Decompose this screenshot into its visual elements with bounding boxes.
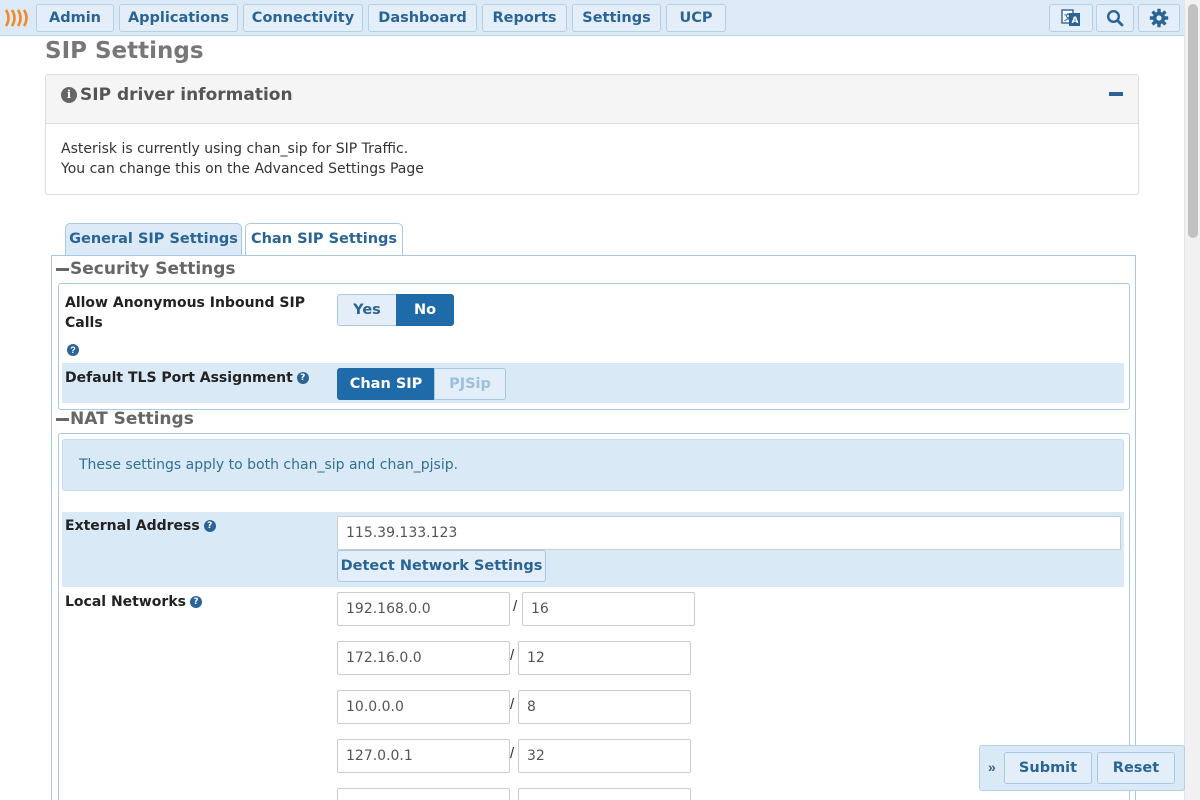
help-icon[interactable]: ? — [67, 344, 79, 356]
tab-chan-sip-settings[interactable]: Chan SIP Settings — [245, 223, 403, 256]
translate-icon: 文 A — [1061, 9, 1080, 26]
collapse-dash-icon — [56, 417, 69, 421]
page-scrollbar[interactable] — [1184, 0, 1200, 800]
settings-gear-button[interactable] — [1138, 4, 1180, 32]
slash-separator: / — [510, 696, 515, 713]
nat-info-note: These settings apply to both chan_sip an… — [62, 439, 1124, 491]
collapse-dash-icon — [56, 267, 69, 271]
nav-dashboard[interactable]: Dashboard — [368, 4, 477, 32]
driver-info-line-2: You can change this on the Advanced Sett… — [61, 161, 424, 177]
help-icon[interactable]: ? — [189, 596, 202, 608]
tls-port-label: Default TLS Port Assignment? — [65, 368, 309, 388]
slash-separator: / — [513, 598, 518, 615]
nav-reports[interactable]: Reports — [482, 4, 567, 32]
local-network-mask-input[interactable] — [518, 788, 691, 800]
driver-info-line-1: Asterisk is currently using chan_sip for… — [61, 141, 409, 157]
panel-title: SIP driver information — [80, 85, 293, 105]
slash-separator: / — [510, 745, 515, 762]
floating-action-bar: » Submit Reset — [979, 745, 1185, 791]
nav-connectivity[interactable]: Connectivity — [243, 4, 363, 32]
local-network-mask-input[interactable]: 32 — [518, 739, 691, 773]
svg-text:A: A — [1072, 16, 1079, 26]
local-network-mask-input[interactable]: 16 — [522, 592, 695, 626]
anonymous-yes-toggle[interactable]: Yes — [337, 294, 397, 326]
nat-settings-title: NAT Settings — [70, 409, 194, 429]
nav-applications[interactable]: Applications — [119, 4, 238, 32]
external-address-input[interactable]: 115.39.133.123 — [337, 516, 1121, 550]
freepbx-logo-icon[interactable] — [3, 8, 33, 28]
tls-pjsip-toggle[interactable]: PJSip — [434, 368, 506, 400]
local-network-mask-input[interactable]: 8 — [518, 690, 691, 724]
gear-icon — [1149, 8, 1169, 28]
local-network-ip-input[interactable] — [337, 788, 510, 800]
local-network-ip-input[interactable]: 192.168.0.0 — [337, 592, 510, 626]
local-network-ip-input[interactable]: 10.0.0.0 — [337, 690, 510, 724]
sip-driver-info-panel: i SIP driver information Asterisk is cur… — [45, 74, 1139, 195]
language-button[interactable]: 文 A — [1049, 4, 1093, 32]
anonymous-inbound-label: Allow Anonymous Inbound SIP Calls — [65, 293, 315, 333]
local-network-ip-input[interactable]: 172.16.0.0 — [337, 641, 510, 675]
submit-button[interactable]: Submit — [1004, 752, 1092, 784]
external-address-label-text: External Address — [65, 518, 200, 534]
detect-network-settings-button[interactable]: Detect Network Settings — [337, 550, 546, 582]
security-settings-header[interactable]: Security Settings — [56, 259, 236, 279]
collapse-icon[interactable] — [1109, 92, 1123, 96]
local-networks-label-text: Local Networks — [65, 594, 186, 610]
double-chevron-right-icon[interactable]: » — [988, 759, 996, 775]
tls-chansip-toggle[interactable]: Chan SIP — [337, 368, 435, 400]
nav-settings[interactable]: Settings — [572, 4, 661, 32]
anonymous-inbound-label-line-2: Calls — [65, 315, 103, 331]
security-settings-title: Security Settings — [70, 259, 236, 279]
reset-button[interactable]: Reset — [1097, 752, 1175, 784]
search-button[interactable] — [1096, 4, 1134, 32]
slash-separator: / — [510, 647, 515, 664]
scrollbar-thumb[interactable] — [1188, 4, 1198, 238]
nav-admin[interactable]: Admin — [36, 4, 114, 32]
help-icon[interactable]: ? — [203, 520, 216, 532]
tls-port-label-text: Default TLS Port Assignment — [65, 370, 293, 386]
external-address-label: External Address? — [65, 516, 216, 536]
local-network-mask-input[interactable]: 12 — [518, 641, 691, 675]
local-networks-label: Local Networks? — [65, 592, 202, 612]
nav-ucp[interactable]: UCP — [666, 4, 726, 32]
anonymous-inbound-label-line-1: Allow Anonymous Inbound SIP — [65, 295, 305, 311]
panel-body: Asterisk is currently using chan_sip for… — [46, 124, 1138, 194]
panel-header[interactable]: i SIP driver information — [46, 75, 1138, 124]
page-title: SIP Settings — [45, 38, 204, 64]
local-network-ip-input[interactable]: 127.0.0.1 — [337, 739, 510, 773]
search-icon — [1106, 9, 1124, 27]
help-icon[interactable]: ? — [296, 372, 309, 384]
nat-settings-header[interactable]: NAT Settings — [56, 409, 194, 429]
info-icon: i — [61, 87, 77, 103]
tab-general-sip-settings[interactable]: General SIP Settings — [65, 223, 242, 256]
top-nav-bar: Admin Applications Connectivity Dashboar… — [0, 0, 1184, 36]
anonymous-no-toggle[interactable]: No — [396, 294, 454, 326]
